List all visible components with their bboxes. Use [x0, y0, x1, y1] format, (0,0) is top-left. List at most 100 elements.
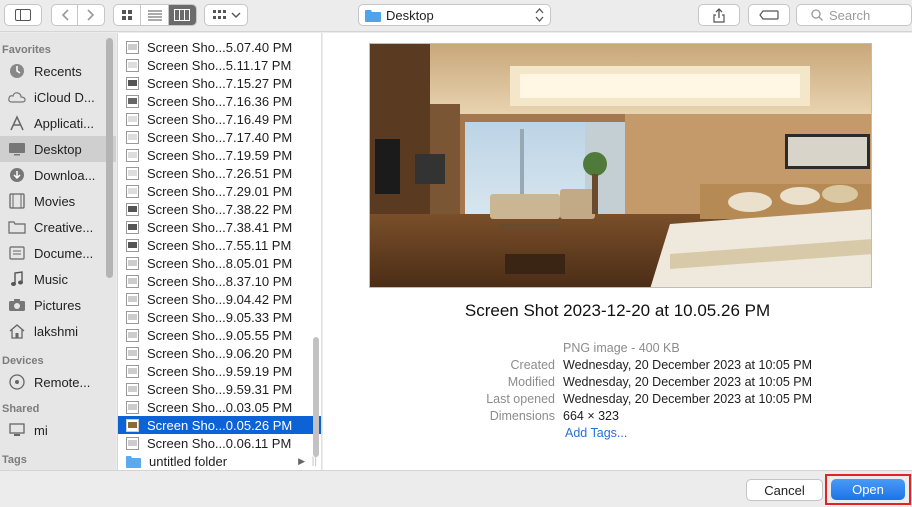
forward-button[interactable]	[78, 5, 104, 25]
file-name: Screen Sho...0.05.26 PM	[147, 417, 293, 433]
file-row[interactable]: Screen Sho...8.37.10 PM	[118, 272, 321, 290]
file-row[interactable]: Screen Sho...7.19.59 PM	[118, 146, 321, 164]
image-thumbnail-icon	[126, 238, 139, 252]
sidebar-item-applications[interactable]: Applicati...	[0, 110, 116, 136]
dimensions-row: Dimensions 664 × 323	[323, 409, 912, 426]
applications-icon	[8, 114, 26, 132]
sidebar-item-label: Movies	[34, 193, 76, 209]
file-name: Screen Sho...9.05.55 PM	[147, 327, 293, 343]
sidebar-toggle-button[interactable]	[4, 4, 42, 26]
sidebar-item-label: Downloa...	[34, 167, 96, 183]
open-button[interactable]: Open	[831, 479, 905, 500]
sidebar-item-recents[interactable]: Recents	[0, 58, 116, 84]
document-thumbnail-icon	[126, 292, 139, 306]
shared-header: Shared	[2, 403, 40, 415]
back-button[interactable]	[52, 5, 78, 25]
clock-icon	[8, 62, 26, 80]
sidebar-scrollbar[interactable]	[106, 38, 113, 278]
preview-image	[369, 43, 872, 288]
document-thumbnail-icon	[126, 256, 139, 270]
kind-value: PNG image - 400 KB	[563, 341, 680, 355]
path-popup[interactable]: Desktop	[358, 4, 551, 26]
sidebar-item-downloads[interactable]: Downloa...	[0, 162, 116, 188]
file-row[interactable]: Screen Sho...7.55.11 PM	[118, 236, 321, 254]
file-row[interactable]: Screen Sho...7.17.40 PM	[118, 128, 321, 146]
file-row[interactable]: Screen Sho...0.06.11 PM	[118, 434, 321, 452]
sidebar-item-home[interactable]: lakshmi	[0, 318, 116, 344]
file-row[interactable]: Screen Sho...7.16.49 PM	[118, 110, 321, 128]
sidebar-item-movies[interactable]: Movies	[0, 188, 116, 214]
file-name: Screen Sho...9.04.42 PM	[147, 291, 293, 307]
grid-icon	[122, 10, 133, 20]
file-row[interactable]: Screen Sho...7.16.36 PM	[118, 92, 321, 110]
chevron-right-icon: ▶	[298, 455, 305, 466]
file-row[interactable]: Screen Sho...9.04.42 PM	[118, 290, 321, 308]
sidebar-item-pictures[interactable]: Pictures	[0, 292, 116, 318]
file-row[interactable]: Screen Sho...7.38.41 PM	[118, 218, 321, 236]
file-row[interactable]: Screen Sho...7.15.27 PM	[118, 74, 321, 92]
sidebar-item-music[interactable]: Music	[0, 266, 116, 292]
document-thumbnail-icon	[126, 400, 139, 414]
sidebar-item-desktop[interactable]: Desktop	[0, 136, 116, 162]
group-by-button[interactable]	[204, 4, 248, 26]
file-row[interactable]: Screen Sho...0.03.05 PM	[118, 398, 321, 416]
file-name: Screen Sho...8.05.01 PM	[147, 255, 293, 271]
file-name: Screen Sho...7.29.01 PM	[147, 183, 293, 199]
image-thumbnail-icon	[126, 94, 139, 108]
sidebar-item-remote-disc[interactable]: Remote...	[0, 369, 116, 395]
sidebar-item-mi[interactable]: mi	[0, 417, 116, 443]
share-button[interactable]	[698, 4, 740, 26]
file-row[interactable]: Screen Sho...9.59.31 PM	[118, 380, 321, 398]
sidebar-item-icloud[interactable]: iCloud D...	[0, 84, 116, 110]
add-tags-link[interactable]: Add Tags...	[563, 426, 627, 443]
document-thumbnail-icon	[126, 166, 139, 180]
file-name: Screen Sho...7.17.40 PM	[147, 129, 293, 145]
list-view-button[interactable]	[141, 5, 169, 25]
open-button-highlight: Open	[825, 474, 911, 505]
preview-pane: Screen Shot 2023-12-20 at 10.05.26 PM PN…	[323, 33, 912, 470]
file-name: Screen Sho...7.19.59 PM	[147, 147, 293, 163]
folder-icon	[126, 455, 141, 468]
grid-group-icon	[212, 10, 226, 19]
file-name: Screen Sho...7.38.22 PM	[147, 201, 293, 217]
toolbar: Desktop Search	[0, 0, 912, 32]
document-thumbnail-icon	[126, 184, 139, 198]
file-row[interactable]: Screen Sho...9.59.19 PM	[118, 362, 321, 380]
camera-icon	[8, 296, 26, 314]
sidebar-item-creative[interactable]: Creative...	[0, 214, 116, 240]
document-thumbnail-icon	[126, 112, 139, 126]
file-row[interactable]: Screen Sho...7.29.01 PM	[118, 182, 321, 200]
search-field[interactable]: Search	[796, 4, 912, 26]
column-view-button[interactable]	[168, 5, 196, 25]
file-name: Screen Sho...8.37.10 PM	[147, 273, 293, 289]
favorites-header: Favorites	[2, 44, 51, 56]
file-column: Screen Sho...5.07.40 PM Screen Sho...5.1…	[117, 33, 322, 470]
column-resize-handle[interactable]: ||	[312, 456, 317, 467]
file-row[interactable]: Screen Sho...9.05.55 PM	[118, 326, 321, 344]
music-note-icon	[8, 270, 26, 288]
tags-header: Tags	[2, 454, 27, 466]
file-row[interactable]: Screen Sho...5.11.17 PM	[118, 56, 321, 74]
tags-row: Add Tags...	[323, 426, 912, 443]
file-row[interactable]: Screen Sho...5.07.40 PM	[118, 38, 321, 56]
folder-row[interactable]: untitled folder ▶ ||	[118, 452, 321, 470]
document-thumbnail-icon	[126, 130, 139, 144]
tag-button[interactable]	[748, 4, 790, 26]
sidebar: Favorites Recents iCloud D... Applicati.…	[0, 33, 116, 470]
sidebar-item-documents[interactable]: Docume...	[0, 240, 116, 266]
file-row[interactable]: Screen Sho...9.06.20 PM	[118, 344, 321, 362]
kind-row: PNG image - 400 KB	[323, 341, 912, 358]
search-icon	[811, 9, 823, 21]
file-name: Screen Sho...0.06.11 PM	[147, 435, 292, 451]
file-list-scrollbar[interactable]	[313, 337, 319, 457]
file-row[interactable]: Screen Sho...7.38.22 PM	[118, 200, 321, 218]
icon-view-button[interactable]	[114, 5, 142, 25]
file-row[interactable]: Screen Sho...7.26.51 PM	[118, 164, 321, 182]
cancel-button[interactable]: Cancel	[746, 479, 823, 501]
file-row-selected[interactable]: Screen Sho...0.05.26 PM	[118, 416, 321, 434]
file-row[interactable]: Screen Sho...8.05.01 PM	[118, 254, 321, 272]
path-label: Desktop	[386, 7, 434, 23]
monitor-icon	[8, 421, 26, 439]
file-row[interactable]: Screen Sho...9.05.33 PM	[118, 308, 321, 326]
tag-icon	[759, 10, 779, 20]
